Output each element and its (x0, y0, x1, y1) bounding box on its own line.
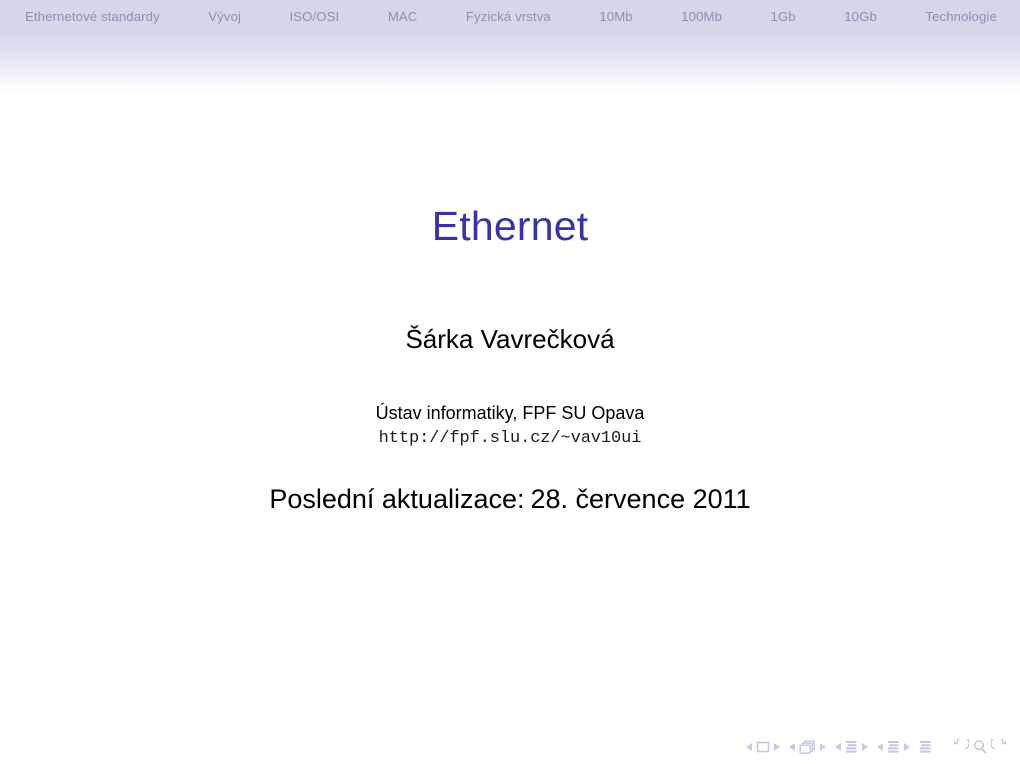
search-icon[interactable] (972, 739, 988, 755)
previous-subsection-icon[interactable] (835, 743, 841, 751)
headline-navigation-bar: Ethernetové standardy Vývoj ISO/OSI MAC … (0, 0, 1020, 33)
institute-block: Ústav informatiky, FPF SU Opava http://f… (0, 402, 1020, 449)
author-name: Šárka Vavrečková (405, 324, 615, 354)
page-title: Ethernet (431, 203, 589, 249)
titlepage: Ethernet Šárka Vavrečková Ústav informat… (0, 0, 1020, 764)
section-icon[interactable] (887, 740, 900, 755)
subsection-icon[interactable] (845, 740, 858, 755)
next-section-icon[interactable] (904, 743, 910, 751)
header-gradient-fade (0, 33, 1020, 95)
nav-10mb[interactable]: 10Mb (598, 8, 633, 25)
back-arrow-icon[interactable] (952, 739, 969, 755)
section-navigation (877, 740, 910, 755)
forward-arrow-icon[interactable] (991, 739, 1008, 755)
previous-slide-icon[interactable] (746, 743, 752, 751)
next-frame-icon[interactable] (820, 743, 826, 751)
document-icon[interactable] (919, 740, 932, 755)
slide-icon[interactable] (756, 741, 770, 753)
nav-1gb[interactable]: 1Gb (770, 8, 797, 25)
document-navigation (919, 740, 932, 755)
headline-navigation-items: Ethernetové standardy Vývoj ISO/OSI MAC … (0, 8, 1020, 25)
slide-navigation (746, 741, 780, 753)
previous-section-icon[interactable] (877, 743, 883, 751)
history-navigation (952, 739, 1008, 755)
previous-frame-icon[interactable] (789, 743, 795, 751)
frame-navigation (789, 740, 826, 755)
next-slide-icon[interactable] (774, 743, 780, 751)
nav-technologie[interactable]: Technologie (924, 8, 998, 25)
nav-10gb[interactable]: 10Gb (843, 8, 878, 25)
nav-100mb[interactable]: 100Mb (680, 8, 723, 25)
nav-fyzicka-vrstva[interactable]: Fyzická vrstva (465, 8, 552, 25)
nav-ethernetove-standardy[interactable]: Ethernetové standardy (24, 8, 161, 25)
nav-iso-osi[interactable]: ISO/OSI (289, 8, 341, 25)
frames-icon[interactable] (799, 740, 816, 755)
nav-vyvoj[interactable]: Vývoj (207, 8, 242, 25)
next-subsection-icon[interactable] (862, 743, 868, 751)
nav-mac[interactable]: MAC (387, 8, 419, 25)
institute-url[interactable]: http://fpf.slu.cz/~vav10ui (0, 428, 1020, 449)
last-update-line: Poslední aktualizace: 28. července 2011 (0, 484, 1020, 515)
slide-root: Ethernetové standardy Vývoj ISO/OSI MAC … (0, 0, 1020, 764)
institute-name: Ústav informatiky, FPF SU Opava (375, 403, 645, 423)
last-update-label: Poslední aktualizace: (269, 484, 525, 514)
beamer-navigation-symbols (746, 735, 1008, 759)
last-update-value: 28. července 2011 (530, 484, 751, 514)
subsection-navigation (835, 740, 868, 755)
